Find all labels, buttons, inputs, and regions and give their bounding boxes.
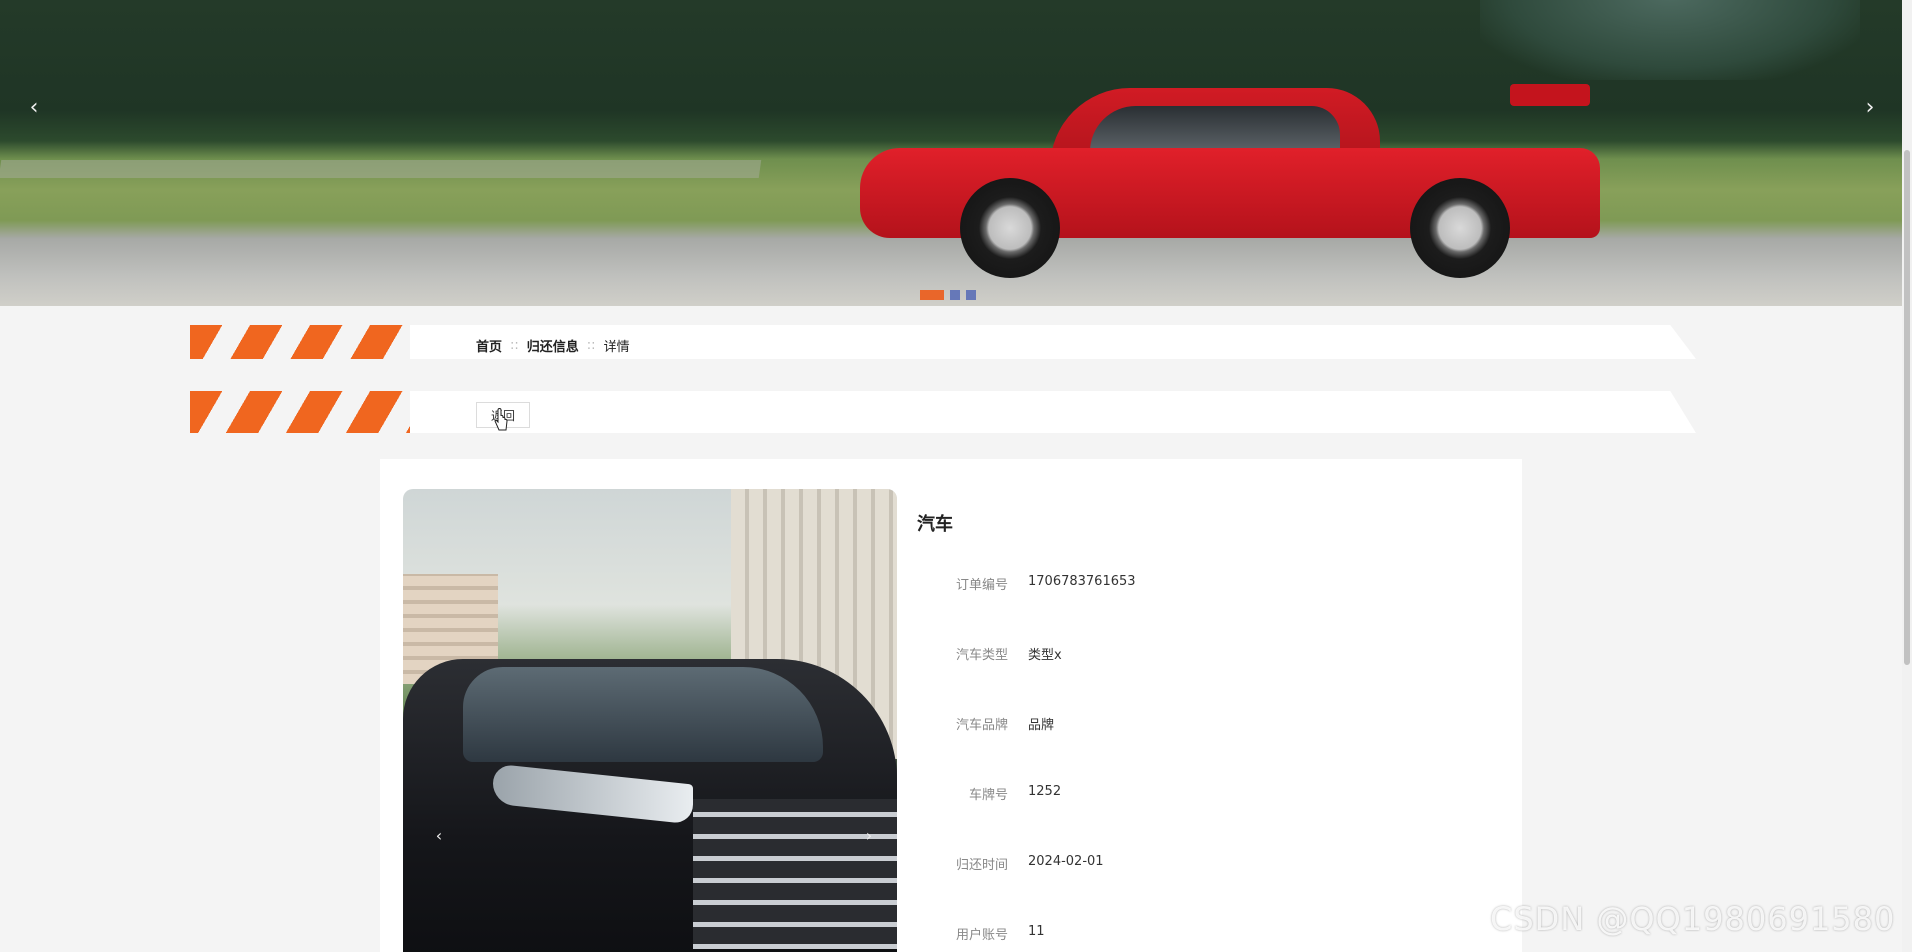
hero-carousel: ‹ › (0, 0, 1902, 306)
breadcrumb-home[interactable]: 首页 (476, 336, 502, 355)
banner-car-image (850, 78, 1610, 278)
ribbon-panel (410, 391, 1696, 433)
field-label-plate-number: 车牌号 (968, 788, 1008, 803)
field-label-car-brand: 汽车品牌 (955, 718, 1008, 733)
breadcrumb-separator: :: (586, 338, 596, 353)
car-window (1090, 106, 1340, 154)
carousel-dot-3[interactable] (966, 290, 976, 300)
action-ribbon (190, 391, 1696, 433)
runway-strip (0, 160, 762, 178)
car-front-wheel (960, 178, 1060, 278)
field-value-order-number: 1706783761653 (1028, 574, 1136, 589)
breadcrumb-separator: :: (510, 338, 519, 353)
page-scrollbar-thumb[interactable] (1904, 150, 1910, 665)
field-value-plate-number: 1252 (1028, 784, 1062, 799)
watermark-text: CSDN @QQ1980691580 (1490, 900, 1896, 938)
detail-title: 汽车 (917, 514, 953, 535)
carousel-indicators (920, 290, 976, 300)
car-photo-gallery: ‹ › (403, 489, 897, 952)
carousel-prev-arrow-icon[interactable]: ‹ (22, 96, 46, 120)
field-value-user-account: 11 (1028, 924, 1045, 939)
field-label-order-number: 订单编号 (955, 578, 1008, 593)
photo-suv-grille (693, 799, 897, 949)
ribbon-stripes (190, 391, 418, 433)
car-rear-wheel (1410, 178, 1510, 278)
field-value-car-type: 类型x (1028, 648, 1062, 663)
car-rear-wing (1510, 84, 1590, 106)
gallery-next-arrow-icon[interactable]: › (859, 826, 879, 846)
carousel-dot-1[interactable] (920, 290, 944, 300)
mountain-backdrop (1480, 0, 1860, 80)
breadcrumb-return-info[interactable]: 归还信息 (527, 336, 579, 355)
breadcrumb: 首页 :: 归还信息 :: 详情 (476, 336, 630, 355)
breadcrumb-ribbon (190, 325, 1696, 359)
carousel-dot-2[interactable] (950, 290, 960, 300)
field-label-car-type: 汽车类型 (955, 648, 1008, 663)
field-value-return-time: 2024-02-01 (1028, 854, 1104, 869)
field-label-user-account: 用户账号 (955, 928, 1008, 943)
carousel-next-arrow-icon[interactable]: › (1858, 96, 1882, 120)
mouse-pointer-icon (494, 408, 508, 431)
photo-suv-windshield (463, 667, 823, 762)
field-value-car-brand: 品牌 (1028, 718, 1055, 733)
ribbon-stripes (190, 325, 418, 359)
breadcrumb-current: 详情 (603, 340, 630, 355)
field-label-return-time: 归还时间 (955, 858, 1008, 873)
page-scrollbar[interactable] (1902, 0, 1912, 952)
gallery-prev-arrow-icon[interactable]: ‹ (429, 826, 449, 846)
